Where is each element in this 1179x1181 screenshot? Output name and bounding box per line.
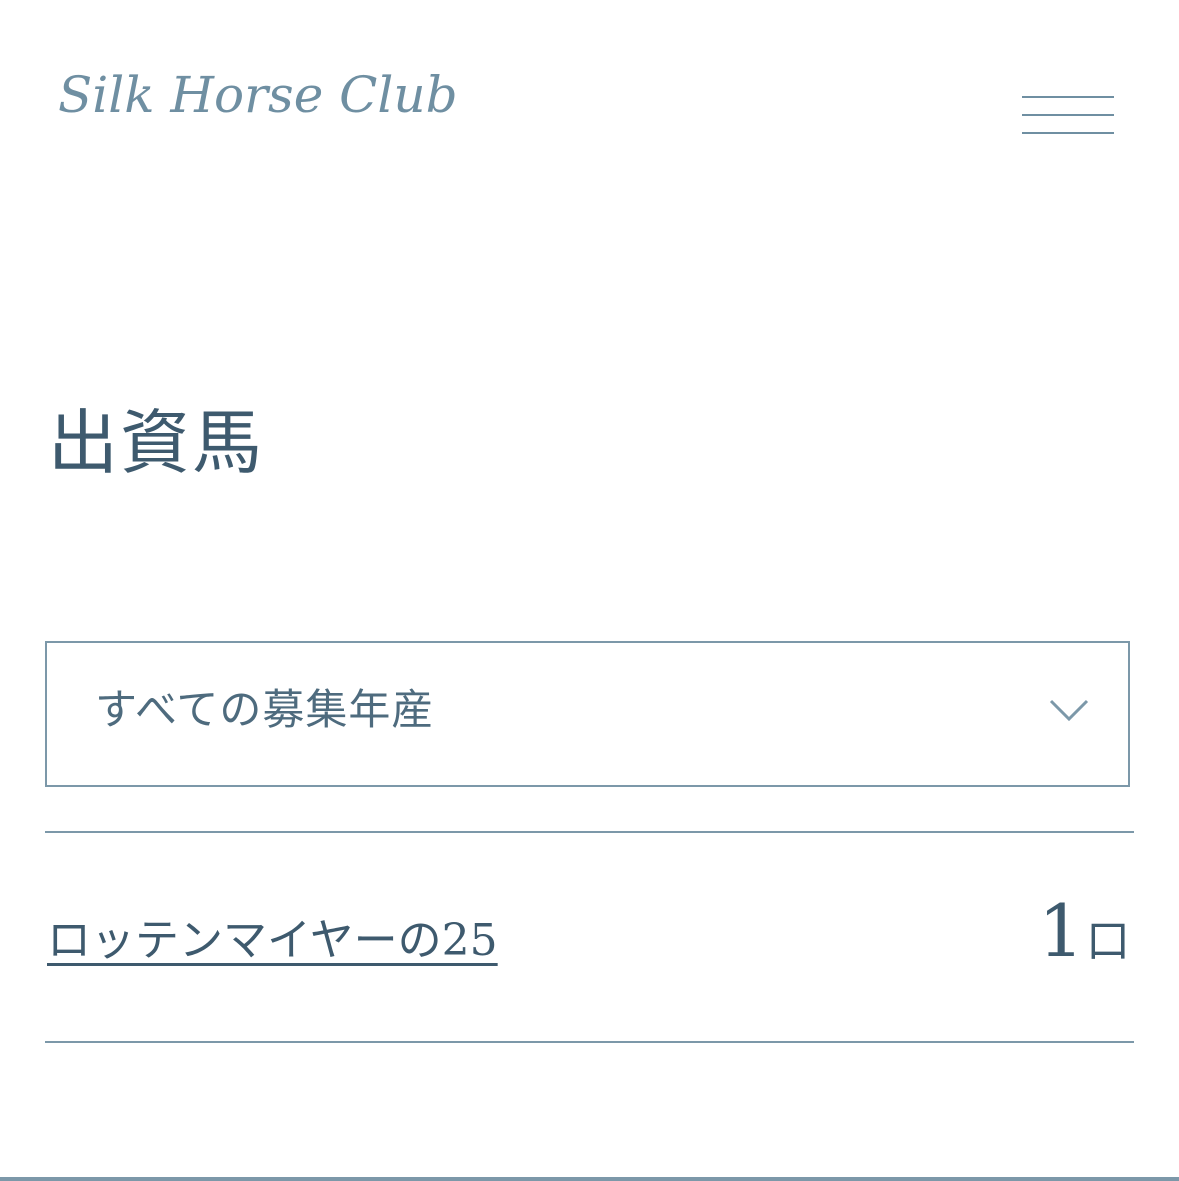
footer-border xyxy=(0,1177,1179,1181)
investment-units: 1口 xyxy=(1038,895,1130,967)
list-item: ロッテンマイヤーの25 1口 xyxy=(45,833,1134,1041)
page-title: 出資馬 xyxy=(48,402,264,484)
horse-name-link[interactable]: ロッテンマイヤーの25 xyxy=(47,915,498,968)
site-header: Silk Horse Club xyxy=(0,0,1179,230)
year-filter-select[interactable]: すべての募集年産 xyxy=(45,641,1130,787)
silk-horse-club-logo[interactable]: Silk Horse Club xyxy=(58,70,458,120)
hamburger-menu-icon-line xyxy=(1022,114,1114,116)
year-filter-selected-value: すべての募集年産 xyxy=(95,685,435,734)
units-label: 口 xyxy=(1086,916,1130,967)
hamburger-menu-icon-line xyxy=(1022,96,1114,98)
horse-list: ロッテンマイヤーの25 1口 xyxy=(45,831,1134,1043)
hamburger-menu-icon-line xyxy=(1022,132,1114,134)
hamburger-menu-button[interactable] xyxy=(1022,94,1114,138)
chevron-down-icon xyxy=(1049,699,1089,722)
units-count: 1 xyxy=(1038,889,1084,973)
list-divider-bottom xyxy=(45,1041,1134,1043)
